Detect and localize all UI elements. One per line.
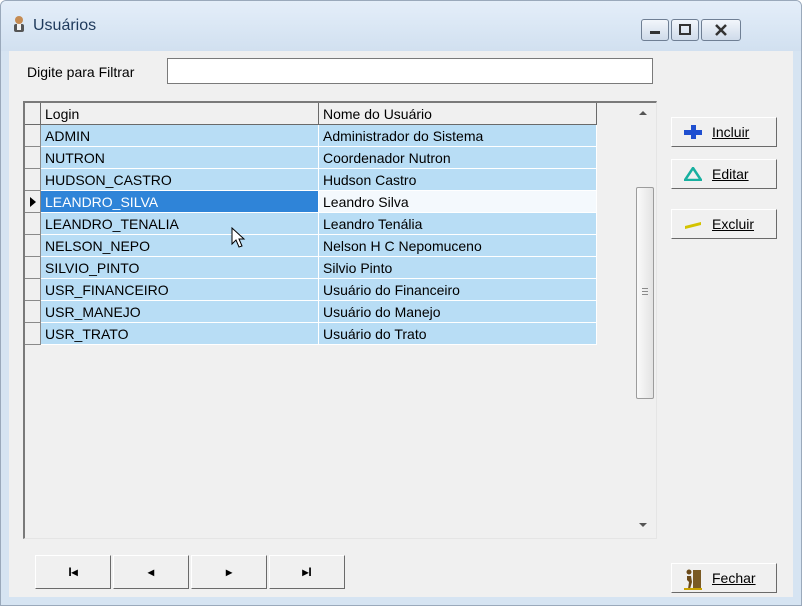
user-name-cell[interactable]: Silvio Pinto	[319, 257, 597, 279]
fechar-label: Fechar	[712, 570, 756, 586]
user-name-cell[interactable]: Usuário do Manejo	[319, 301, 597, 323]
login-cell[interactable]: HUDSON_CASTRO	[41, 169, 319, 191]
incluir-button[interactable]: Incluir	[671, 117, 777, 147]
editar-button[interactable]: Editar	[671, 159, 777, 189]
current-row-arrow-icon	[30, 197, 36, 207]
row-indicator[interactable]	[25, 323, 41, 345]
column-header-name[interactable]: Nome do Usuário	[319, 103, 597, 125]
login-cell[interactable]: SILVIO_PINTO	[41, 257, 319, 279]
column-header-login[interactable]: Login	[41, 103, 319, 125]
window-title: Usuários	[33, 17, 97, 34]
login-cell[interactable]: LEANDRO_TENALIA	[41, 213, 319, 235]
record-navigator: I◂ ◂ ▸ ▸I	[35, 555, 353, 589]
next-record-button[interactable]: ▸	[191, 555, 267, 589]
login-cell[interactable]: USR_TRATO	[41, 323, 319, 345]
fechar-button[interactable]: Fechar	[671, 563, 777, 593]
user-name-cell[interactable]: Nelson H C Nepomuceno	[319, 235, 597, 257]
plus-icon	[684, 125, 702, 139]
login-cell[interactable]: NELSON_NEPO	[41, 235, 319, 257]
login-cell[interactable]: LEANDRO_SILVA	[41, 191, 319, 213]
user-name-cell[interactable]: Usuário do Financeiro	[319, 279, 597, 301]
scroll-up-arrow-icon[interactable]	[639, 111, 647, 115]
vertical-scrollbar[interactable]	[635, 103, 655, 537]
user-name-cell[interactable]: Leandro Silva	[319, 191, 597, 213]
close-icon	[715, 24, 727, 36]
user-name-cell[interactable]: Coordenador Nutron	[319, 147, 597, 169]
user-name-cell[interactable]: Leandro Tenália	[319, 213, 597, 235]
row-indicator[interactable]	[25, 147, 41, 169]
users-window: Usuários Digite para Filtrar Login Nome …	[0, 0, 802, 606]
user-name-cell[interactable]: Hudson Castro	[319, 169, 597, 191]
incluir-label: Incluir	[712, 124, 750, 140]
mouse-pointer-icon	[231, 227, 246, 248]
user-name-cell[interactable]: Administrador do Sistema	[319, 125, 597, 147]
row-indicator[interactable]	[25, 213, 41, 235]
exit-door-icon	[684, 569, 702, 590]
login-cell[interactable]: ADMIN	[41, 125, 319, 147]
grip-line	[642, 288, 648, 289]
excluir-label: Excluir	[712, 216, 755, 232]
delta-edit-icon	[684, 167, 702, 181]
scrollbar-thumb[interactable]	[636, 187, 654, 399]
grip-line	[642, 294, 648, 295]
current-row-indicator[interactable]	[25, 191, 41, 213]
login-cell[interactable]: NUTRON	[41, 147, 319, 169]
prior-record-button[interactable]: ◂	[113, 555, 189, 589]
scroll-down-arrow-icon[interactable]	[639, 523, 647, 527]
filter-input[interactable]	[167, 58, 653, 84]
close-button[interactable]	[701, 19, 741, 41]
maximize-icon	[679, 24, 691, 35]
last-record-button[interactable]: ▸I	[269, 555, 345, 589]
first-record-button[interactable]: I◂	[35, 555, 111, 589]
grip-line	[642, 291, 648, 292]
excluir-button[interactable]: Excluir	[671, 209, 777, 239]
minimize-icon	[650, 31, 660, 34]
title-bar: Usuários	[1, 1, 801, 51]
row-indicator[interactable]	[25, 279, 41, 301]
editar-label: Editar	[712, 166, 749, 182]
minus-icon	[685, 222, 701, 229]
login-cell[interactable]: USR_FINANCEIRO	[41, 279, 319, 301]
row-indicator[interactable]	[25, 301, 41, 323]
row-indicator[interactable]	[25, 235, 41, 257]
row-indicator-header	[25, 103, 41, 125]
row-indicator[interactable]	[25, 257, 41, 279]
row-indicator[interactable]	[25, 169, 41, 191]
filter-label: Digite para Filtrar	[27, 64, 135, 80]
login-cell[interactable]: USR_MANEJO	[41, 301, 319, 323]
users-grid[interactable]: Login Nome do Usuário ADMIN Administrado…	[23, 101, 657, 539]
minimize-button[interactable]	[641, 19, 669, 41]
user-name-cell[interactable]: Usuário do Trato	[319, 323, 597, 345]
maximize-button[interactable]	[671, 19, 699, 41]
users-icon	[14, 16, 24, 32]
row-indicator[interactable]	[25, 125, 41, 147]
